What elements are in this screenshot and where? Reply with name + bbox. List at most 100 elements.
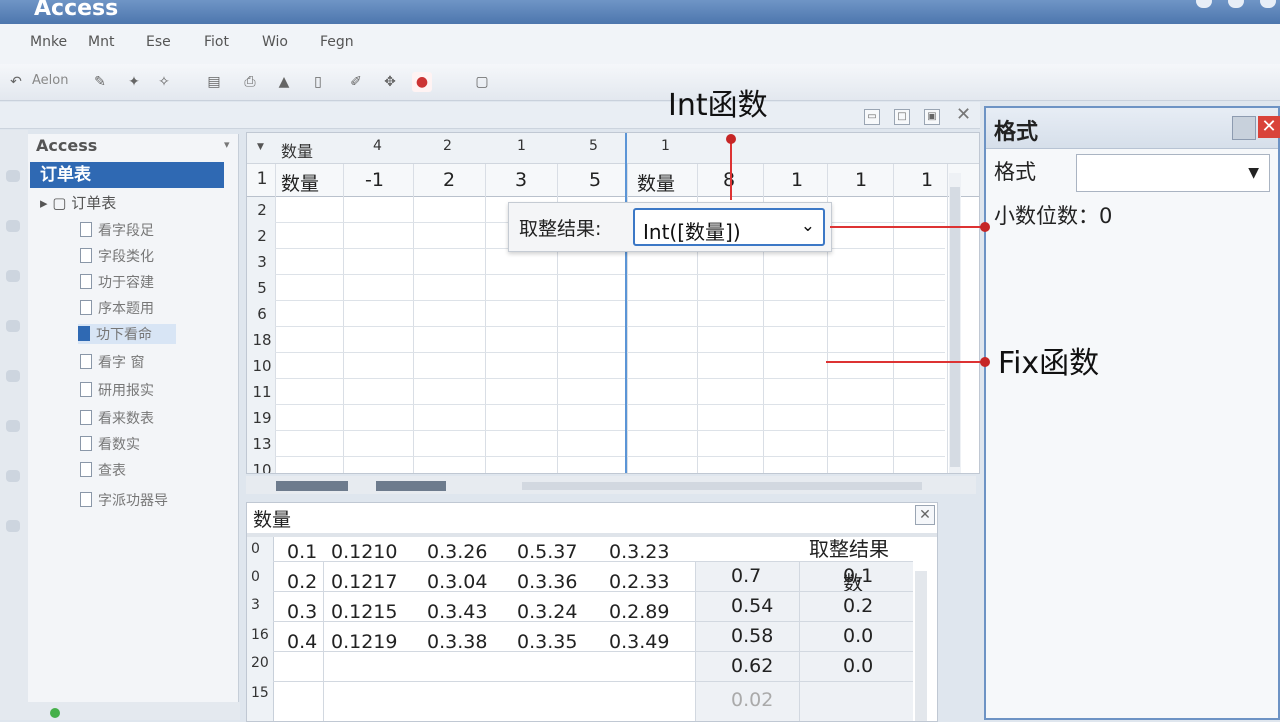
grid-horizontal-scrollbar[interactable] [246,476,976,494]
grid-vertical-scrollbar[interactable] [949,173,961,473]
column-header[interactable]: 4 [373,138,382,154]
results-cell[interactable]: 0.3.38 [427,631,487,653]
results-cell[interactable]: 0.1210 [331,541,397,563]
paint-icon[interactable]: ✦ [124,72,144,92]
cell[interactable]: 1 [921,169,933,191]
chevron-down-icon[interactable]: ▼ [1248,165,1259,181]
tree-icon[interactable]: ▲ [274,72,294,92]
tree-item[interactable]: 序本题用 [80,298,154,318]
tree-item[interactable]: 看字 窗 [80,352,144,372]
expand-icon[interactable]: ▸ ▢ [40,194,66,212]
nav-dropdown-icon[interactable]: ▾ [224,138,230,151]
scroll-thumb[interactable] [376,481,446,491]
close-doc-icon[interactable]: ✕ [956,104,971,125]
results-cell[interactable]: 0.2 [287,571,317,593]
cell[interactable]: 数量 [281,169,319,196]
maximize-doc-button[interactable]: ▣ [924,109,940,125]
results-cell[interactable]: 0.2 [843,595,873,617]
alert-icon[interactable]: ● [412,72,432,92]
cell[interactable]: 1 [791,169,803,191]
column-header[interactable]: 1 [661,138,670,154]
scroll-thumb[interactable] [950,187,960,467]
results-cell[interactable]: 0.3.04 [427,571,487,593]
column-header[interactable]: 数量 [281,138,313,162]
move-icon[interactable]: ✥ [380,72,400,92]
menu-item-3[interactable]: Ese [146,34,171,50]
decimal-places-label[interactable]: 小数位数：0 [994,200,1112,230]
tree-root-item[interactable]: ▸ ▢ 订单表 [40,192,116,213]
cell[interactable]: 数量 [637,169,675,196]
minimize-doc-button[interactable]: □ [894,109,910,125]
pencil-icon[interactable]: ✎ [90,72,110,92]
results-cell[interactable]: 0.62 [731,655,773,677]
cell[interactable]: 2 [443,169,455,191]
results-cell[interactable]: 0.1 [287,541,317,563]
results-cell[interactable]: 0.3.23 [609,541,669,563]
expression-combo[interactable]: Int([数量]) ⌄ [633,208,825,246]
results-cell[interactable]: 0.58 [731,625,773,647]
results-cell[interactable]: 0.0 [843,625,873,647]
menu-item-6[interactable]: Fegn [320,34,354,50]
print-icon[interactable]: ⎙ [240,72,260,92]
results-vertical-scrollbar[interactable] [915,571,927,721]
header-arrow-icon[interactable]: ▼ [257,142,264,152]
maximize-button[interactable] [1228,0,1244,8]
close-pane-icon[interactable]: ✕ [1258,116,1280,138]
results-cell[interactable]: 0.3.24 [517,601,577,623]
results-cell[interactable]: 0.0 [843,655,873,677]
results-cell[interactable]: 0.1 [843,565,873,587]
results-cell[interactable]: 0.3 [287,601,317,623]
cell[interactable]: 3 [515,169,527,191]
results-cell[interactable]: 0.4 [287,631,317,653]
expression-value[interactable]: Int([数量]) [643,216,741,245]
results-cell[interactable]: 0.02 [731,689,773,711]
tree-item-highlighted[interactable]: 功下看命 [78,324,176,344]
scroll-thumb[interactable] [276,481,348,491]
results-cell[interactable]: 0.2.33 [609,571,669,593]
format-select[interactable]: ▼ [1076,154,1270,192]
close-window-button[interactable] [1260,0,1276,8]
minimize-button[interactable] [1196,0,1212,8]
results-cell[interactable]: 0.3.35 [517,631,577,653]
tree-item[interactable]: 查表 [80,460,126,480]
results-cell[interactable]: 0.5.37 [517,541,577,563]
close-icon[interactable]: ✕ [915,505,935,525]
menu-item-2[interactable]: Mnt [88,34,114,50]
menu-item-1[interactable]: Mnke [30,34,67,50]
results-cell[interactable]: 0.3.43 [427,601,487,623]
chevron-down-icon[interactable]: ⌄ [801,216,815,236]
nav-header[interactable]: Access [36,136,97,155]
book-icon[interactable]: ▯ [308,72,328,92]
edit-form-icon[interactable]: ✐ [346,72,366,92]
tree-item[interactable]: 看字段足 [80,220,154,240]
menu-item-5[interactable]: Wio [262,34,288,50]
results-cell[interactable]: 0.2.89 [609,601,669,623]
column-header[interactable]: 5 [589,138,598,154]
cell[interactable]: 5 [589,169,601,191]
menu-item-4[interactable]: Fiot [204,34,229,50]
results-cell[interactable]: 0.3.26 [427,541,487,563]
tree-item[interactable]: 字派功器导 [80,490,168,510]
minimize-pane-button[interactable] [1232,116,1256,140]
tree-item[interactable]: 看数实 [80,434,140,454]
results-cell[interactable]: 0.54 [731,595,773,617]
cell[interactable]: -1 [365,169,384,191]
column-header[interactable]: 2 [443,138,452,154]
results-cell[interactable]: 0.1217 [331,571,397,593]
tree-item[interactable]: 研用报实 [80,380,154,400]
tree-item[interactable]: 功于容建 [80,272,154,292]
nav-selected-table[interactable]: 订单表 [30,162,224,188]
scroll-track[interactable] [522,482,922,490]
chart-icon[interactable]: ▤ [204,72,224,92]
results-cell[interactable]: 0.1219 [331,631,397,653]
results-cell[interactable]: 0.3.36 [517,571,577,593]
restore-doc-button[interactable]: ▭ [864,109,880,125]
column-header[interactable]: 1 [517,138,526,154]
tree-item[interactable]: 字段类化 [80,246,154,266]
cell[interactable]: 1 [855,169,867,191]
tree-item[interactable]: 看来数表 [80,408,154,428]
results-cell[interactable]: 0.1215 [331,601,397,623]
document-icon[interactable]: ▢ [472,72,492,92]
undo-icon[interactable]: ↶ [6,72,26,92]
toolbar-label[interactable]: Aelon [32,73,68,88]
